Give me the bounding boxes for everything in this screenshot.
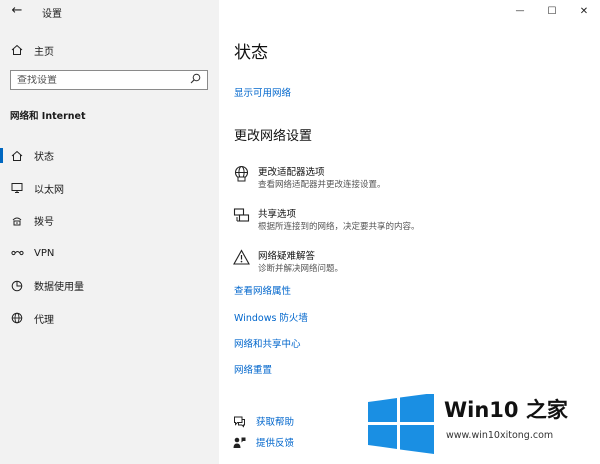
option-title: 更改适配器选项 (258, 167, 325, 178)
option-title: 共享选项 (258, 209, 297, 220)
watermark-url: www.win10xitong.com (446, 430, 554, 441)
back-button[interactable]: ← (10, 3, 24, 19)
sidebar-item-data-usage[interactable]: 数据使用量 (0, 273, 219, 306)
adapter-options-item[interactable]: 更改适配器选项 查看网络适配器并更改连接设置。 (232, 164, 532, 194)
close-button[interactable]: ✕ (568, 0, 600, 22)
status-home-icon (10, 149, 24, 163)
sharing-options-item[interactable]: 共享选项 根据所连接到的网络，决定要共享的内容。 (232, 206, 532, 236)
back-arrow-icon: ← (11, 3, 23, 18)
maximize-button[interactable]: ☐ (536, 0, 568, 22)
app-title: 设置 (42, 9, 62, 20)
get-help-label: 获取帮助 (256, 417, 295, 428)
give-feedback-label: 提供反馈 (256, 438, 295, 449)
option-desc: 查看网络适配器并更改连接设置。 (258, 180, 386, 190)
warning-icon (232, 248, 250, 266)
sidebar-item-label: 状态 (34, 152, 54, 164)
vpn-icon (10, 246, 24, 260)
search-input[interactable] (17, 74, 182, 86)
watermark-name: Win10 之家 (444, 398, 568, 422)
window-controls: — ☐ ✕ (504, 0, 600, 22)
get-help-item[interactable]: 获取帮助 (232, 413, 294, 429)
minimize-icon: — (515, 6, 525, 16)
data-usage-icon (10, 279, 24, 293)
sidebar-item-label: 以太网 (34, 184, 64, 196)
sidebar-item-vpn[interactable]: VPN (0, 241, 219, 274)
search-box[interactable] (10, 70, 208, 90)
sidebar-item-label: 数据使用量 (34, 282, 84, 294)
option-title: 网络疑难解答 (258, 251, 316, 262)
network-troubleshooter-item[interactable]: 网络疑难解答 诊断并解决网络问题。 (232, 248, 532, 278)
windows-firewall-link[interactable]: Windows 防火墙 (234, 310, 308, 324)
sidebar: ← 设置 主页 网络和 Internet 状态 以太网 (0, 0, 219, 464)
globe-icon (10, 311, 24, 325)
give-feedback-item[interactable]: 提供反馈 (232, 434, 294, 450)
watermark: Win10 之家 www.win10xitong.com (366, 392, 596, 458)
dialup-icon (10, 214, 24, 228)
sidebar-item-status[interactable]: 状态 (0, 143, 219, 176)
view-network-properties-link[interactable]: 查看网络属性 (234, 283, 291, 297)
home-nav-item[interactable]: 主页 (10, 41, 210, 59)
sidebar-item-dialup[interactable]: 拨号 (0, 208, 219, 241)
sidebar-item-label: 拨号 (34, 217, 54, 229)
sidebar-item-label: 代理 (34, 314, 54, 326)
close-icon: ✕ (579, 5, 589, 17)
page-title: 状态 (234, 43, 268, 63)
sidebar-item-label: VPN (34, 247, 55, 259)
search-icon[interactable] (190, 73, 201, 87)
ethernet-icon (10, 181, 24, 195)
help-chat-icon (232, 414, 246, 428)
option-desc: 诊断并解决网络问题。 (258, 264, 344, 274)
minimize-button[interactable]: — (504, 0, 536, 22)
network-sharing-center-link[interactable]: 网络和共享中心 (234, 336, 301, 350)
show-available-networks-link[interactable]: 显示可用网络 (234, 85, 291, 99)
home-label: 主页 (34, 46, 54, 58)
sidebar-item-ethernet[interactable]: 以太网 (0, 176, 219, 209)
section-title: 网络和 Internet (10, 111, 86, 122)
network-reset-link[interactable]: 网络重置 (234, 362, 272, 376)
option-desc: 根据所连接到的网络，决定要共享的内容。 (258, 222, 420, 232)
sidebar-item-proxy[interactable]: 代理 (0, 306, 219, 339)
windows-logo-icon (368, 394, 434, 454)
feedback-icon (232, 435, 246, 449)
sharing-icon (232, 206, 250, 224)
change-settings-heading: 更改网络设置 (234, 129, 313, 144)
maximize-icon: ☐ (547, 5, 557, 17)
home-icon (10, 43, 24, 57)
nav-list: 状态 以太网 拨号 VPN 数据使用量 代理 (0, 143, 219, 338)
adapter-icon (232, 164, 250, 182)
